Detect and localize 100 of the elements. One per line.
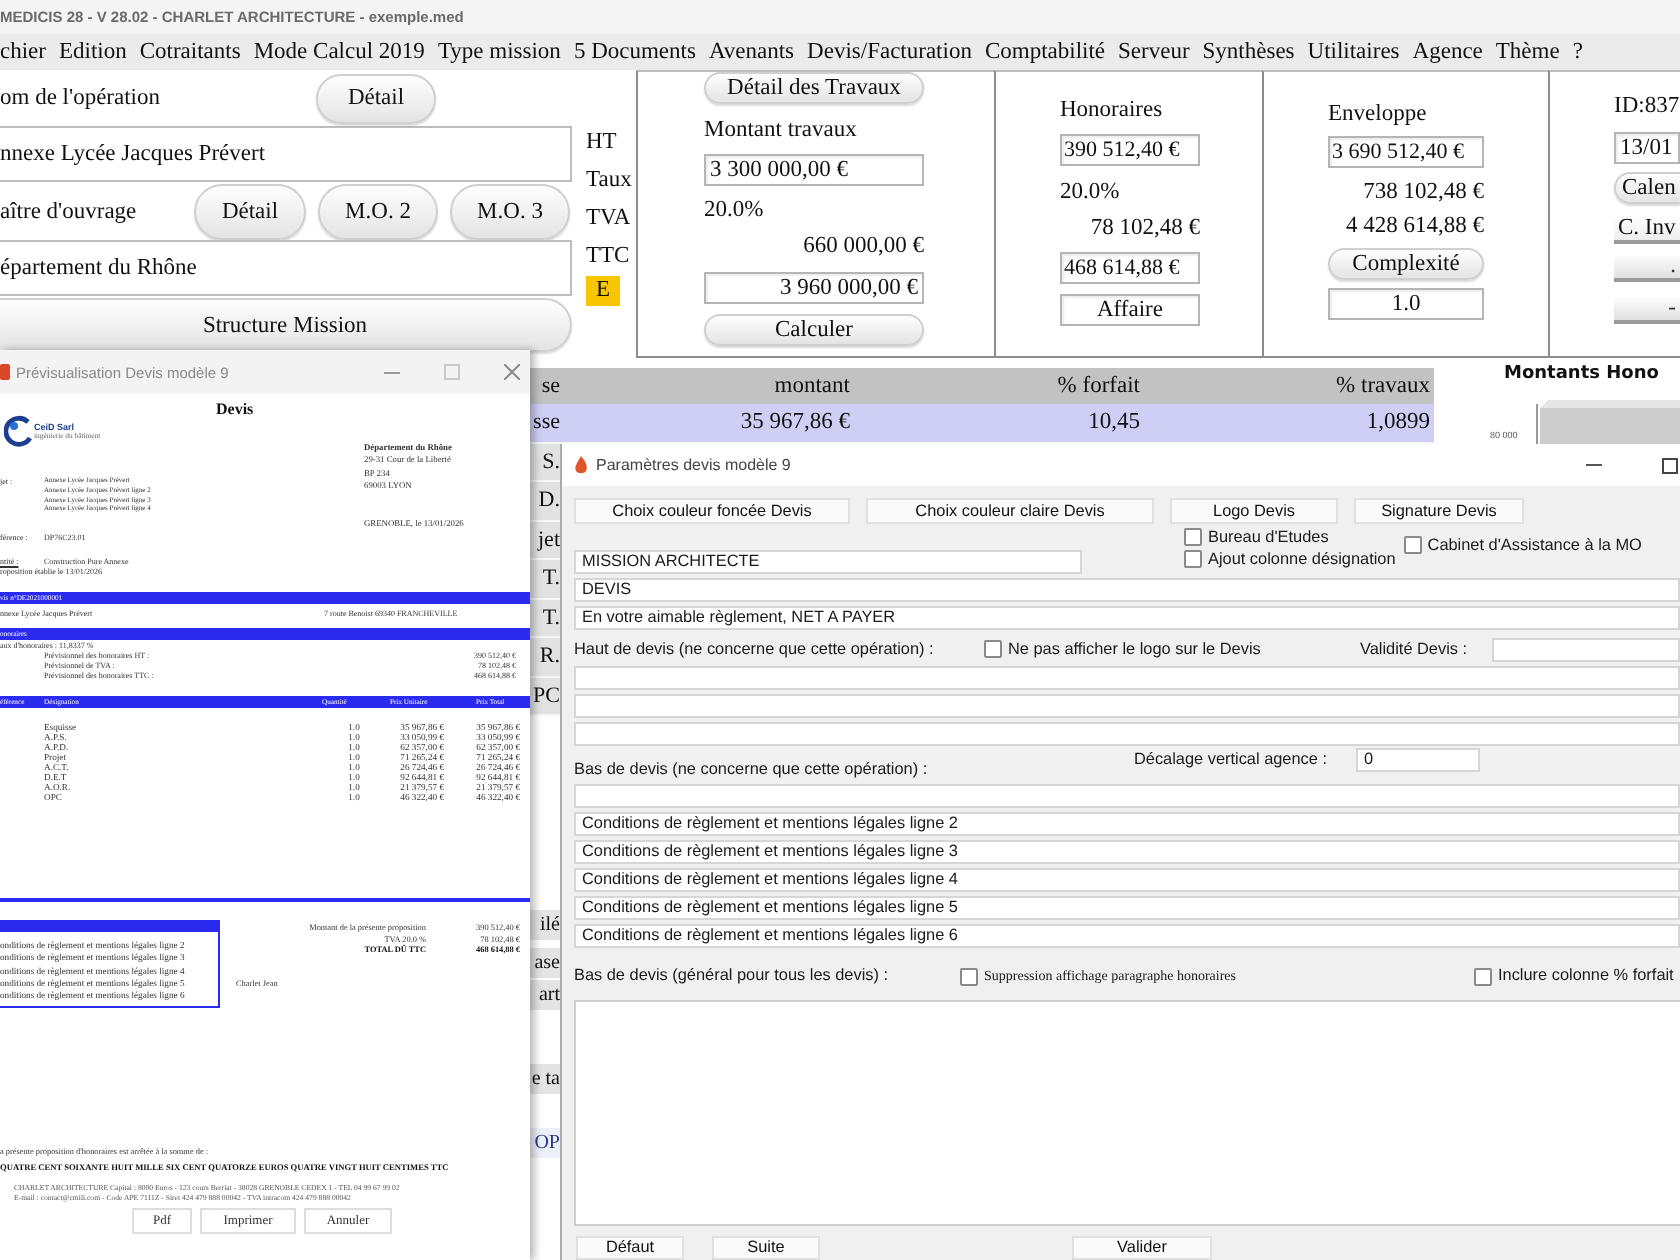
field-label: om de l'opération	[0, 84, 160, 112]
owner-button[interactable]: M.O. 2	[318, 183, 438, 239]
row-label: HT	[586, 128, 617, 158]
works-detail-button[interactable]: Détail des Travaux	[704, 72, 924, 104]
menu-item[interactable]: Comptabilité	[984, 38, 1106, 66]
text-field[interactable]: Conditions de règlement et mentions légales ligne 6	[574, 924, 1680, 948]
menu-item[interactable]: Serveur	[1118, 38, 1190, 66]
side-item[interactable]: ilé	[530, 910, 560, 940]
side-item[interactable]: ase	[530, 948, 560, 978]
checkbox[interactable]	[960, 967, 978, 985]
table-cell-text: 10,45	[1086, 408, 1142, 437]
calculate-button[interactable]: Calculer	[704, 314, 924, 346]
amount-text: 738 102,48 €	[1363, 178, 1484, 206]
offset-field[interactable]: 0	[1356, 748, 1480, 772]
text-field[interactable]: Conditions de règlement et mentions légales ligne 3	[574, 840, 1680, 864]
table-row[interactable]: T.	[530, 560, 560, 599]
checkbox[interactable]	[1474, 967, 1492, 985]
menu-item[interactable]: 5 Documents	[573, 38, 696, 66]
menu-item[interactable]: Mode Calcul 2019	[253, 38, 425, 66]
amount-field[interactable]: 3 300 000,00 €	[704, 154, 924, 186]
column-header[interactable]: % travaux	[1324, 372, 1434, 400]
small-button[interactable]: -	[1614, 296, 1680, 324]
menu-item[interactable]: chier	[0, 38, 46, 66]
dialog-button[interactable]: Choix couleur foncée Devis	[574, 498, 850, 524]
chart-title: Montants Hono	[1504, 362, 1659, 386]
amount-field[interactable]: 3 960 000,00 €	[704, 272, 924, 304]
owner-button[interactable]: M.O. 3	[450, 183, 570, 239]
checkbox[interactable]	[1184, 528, 1202, 546]
table-row[interactable]: R.	[530, 638, 560, 677]
side-item[interactable]: OP	[530, 1128, 560, 1158]
table-row[interactable]: D.	[530, 482, 560, 521]
menu-item[interactable]: Thème	[1495, 38, 1560, 66]
chart-axis	[1535, 404, 1538, 444]
text-field[interactable]: C. Inv	[1614, 216, 1680, 244]
date-field[interactable]: 13/01	[1614, 132, 1680, 164]
checkbox-label: Cabinet d'Assistance à la MO	[1427, 535, 1642, 555]
amount-text: 4 428 614,88 €	[1346, 212, 1484, 240]
detail-button[interactable]: Détail	[316, 73, 436, 123]
small-button[interactable]: .	[1614, 254, 1680, 282]
text-field[interactable]: En votre aimable règlement, NET A PAYER	[574, 606, 1680, 630]
checkbox[interactable]	[1403, 536, 1422, 554]
dialog-button[interactable]: Choix couleur claire Devis	[866, 498, 1154, 524]
column-header[interactable]: se	[530, 372, 560, 400]
amount-field[interactable]: 468 614,88 €	[1060, 252, 1200, 284]
amount-field[interactable]: 3 690 512,40 €	[1328, 136, 1484, 168]
calendar-button[interactable]: Calen	[1614, 172, 1680, 204]
checkbox[interactable]	[984, 640, 1002, 658]
table-row[interactable]: PC	[530, 677, 560, 716]
text-field[interactable]: Conditions de règlement et mentions légales ligne 5	[574, 896, 1680, 920]
side-item[interactable]: art	[530, 980, 560, 1010]
complexity-field[interactable]: 1.0	[1328, 288, 1484, 320]
text-field[interactable]: MISSION ARCHITECTE	[574, 550, 1082, 574]
dialog-button[interactable]: Suite	[712, 1236, 820, 1260]
validity-field[interactable]	[1492, 637, 1680, 661]
menu-item[interactable]: Edition	[58, 38, 127, 66]
row-label: TTC	[586, 242, 630, 272]
field-label: aître d'ouvrage	[0, 197, 137, 225]
minimize-icon[interactable]	[384, 371, 400, 373]
menu-item[interactable]: Utilitaires	[1307, 38, 1400, 66]
dialog-button[interactable]: Défaut	[576, 1236, 684, 1260]
dialog-button[interactable]: Logo Devis	[1170, 498, 1338, 524]
menu-item[interactable]: Synthèses	[1202, 38, 1295, 66]
text-field[interactable]	[574, 784, 1680, 808]
checkbox[interactable]	[1184, 550, 1202, 568]
menu-item[interactable]: Cotraitants	[139, 38, 241, 66]
dialog-button[interactable]: Signature Devis	[1354, 498, 1524, 524]
table-row[interactable]: jet	[530, 521, 560, 560]
table-row[interactable]: sse 35 967,86 € 10,45 1,0899	[530, 404, 1434, 443]
column-header[interactable]: montant	[560, 372, 860, 400]
table-cell-text: sse	[531, 408, 560, 437]
text-field[interactable]: Conditions de règlement et mentions légales ligne 4	[574, 868, 1680, 892]
text-field[interactable]	[574, 722, 1680, 746]
close-icon[interactable]	[504, 364, 520, 380]
drop-icon	[574, 456, 588, 474]
text-field[interactable]: nnexe Lycée Jacques Prévert	[0, 126, 572, 182]
table-row[interactable]: S.	[530, 443, 560, 482]
table-row[interactable]: T.	[530, 599, 560, 638]
complexity-button[interactable]: Complexité	[1328, 248, 1484, 280]
maximize-icon[interactable]	[1662, 457, 1678, 473]
side-item[interactable]: e ta	[530, 1064, 560, 1094]
menu-item[interactable]: Type mission	[437, 38, 561, 66]
dialog-button[interactable]: Valider	[1072, 1236, 1212, 1260]
menu-item[interactable]: Avenants	[708, 38, 795, 66]
menu-item[interactable]: Agence	[1412, 38, 1483, 66]
structure-mission-button[interactable]: Structure Mission	[0, 298, 572, 352]
text-field[interactable]	[574, 666, 1680, 690]
menu-item[interactable]: ?	[1572, 38, 1583, 66]
text-field[interactable]: épartement du Rhône	[0, 240, 572, 296]
amount-text: 660 000,00 €	[803, 232, 924, 260]
field-label: Décalage vertical agence :	[1134, 750, 1329, 770]
menu-item[interactable]: Devis/Facturation	[807, 38, 972, 66]
text-field[interactable]	[574, 694, 1680, 718]
project-field[interactable]: Affaire	[1060, 294, 1200, 326]
text-field[interactable]: DEVIS	[574, 578, 1680, 602]
column-header[interactable]: % forfait	[860, 372, 1324, 400]
amount-field[interactable]: 390 512,40 €	[1060, 134, 1200, 166]
text-field[interactable]: Conditions de règlement et mentions légales ligne 2	[574, 812, 1680, 836]
checkbox-label: Inclure colonne % forfait	[1498, 966, 1674, 986]
owner-button[interactable]: Détail	[194, 183, 306, 239]
panel-heading: Honoraires	[1060, 96, 1163, 124]
